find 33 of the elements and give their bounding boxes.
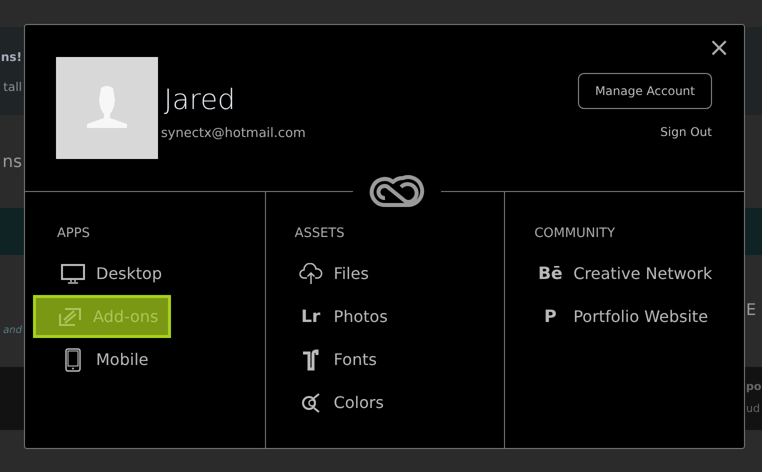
cloud-upload-icon [298,262,323,284]
section-heading: APPS [57,226,91,243]
menu-item[interactable]: Desktop [54,252,173,295]
manage-account-button[interactable]: Manage Account [578,73,712,109]
sign-out-link[interactable]: Sign Out [660,125,712,139]
glyph-icon: P [544,306,557,326]
page-text: and [3,325,22,336]
menu-item[interactable]: Bē Creative Network [531,252,724,295]
page-heading: ns [2,152,22,172]
close-button[interactable]: × [708,37,730,59]
page-heading: E [746,300,756,319]
section-heading: COMMUNITY [534,226,616,243]
menu-item[interactable]: P Portfolio Website [531,295,720,338]
tablet-icon [64,348,82,372]
user-email: synectx@hotmail.com [161,126,307,141]
section-heading: ASSETS [294,226,346,243]
glyph-icon: Bē [538,264,563,284]
color-wheel-icon [300,390,322,414]
addon-icon [58,306,82,326]
menu-item[interactable]: Fonts [292,338,388,381]
avatar-icon [56,57,158,159]
user-name: Jared [163,83,236,117]
monitor-icon [61,264,85,284]
glyph-icon: Lr [301,306,320,326]
menu-item[interactable]: Colors [292,381,395,424]
menu-item[interactable]: Mobile [54,338,160,381]
page-text: po [746,380,762,393]
page-text: ud [746,402,760,415]
menu-item[interactable]: Files [292,252,380,295]
page-text: ns! [0,50,22,64]
menu-item[interactable]: Lr Photos [292,295,399,338]
page-link[interactable]: tall [3,80,22,94]
font-icon [300,348,321,372]
